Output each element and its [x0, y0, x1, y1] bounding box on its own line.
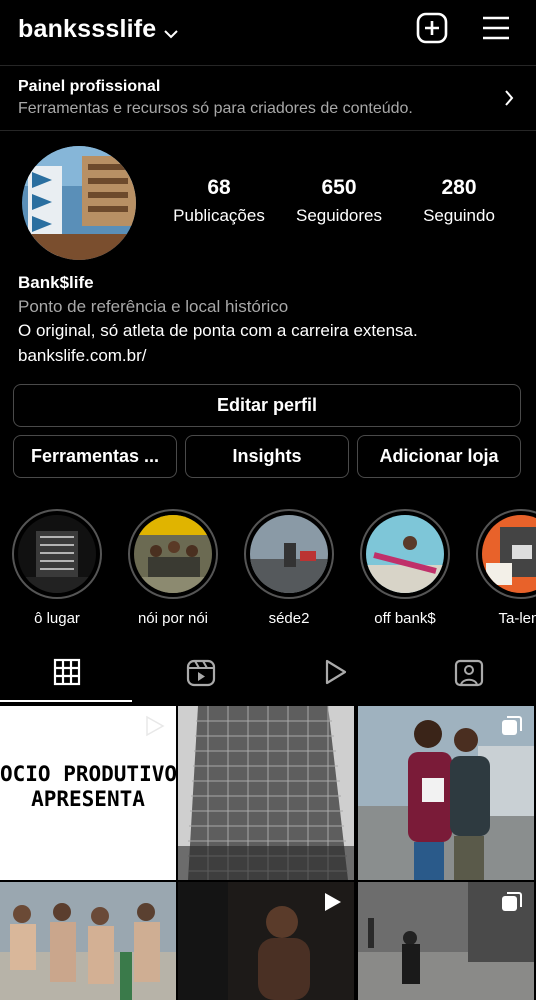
carousel-indicator-icon [500, 890, 524, 914]
post-thumbnail[interactable] [178, 706, 354, 880]
profile-link[interactable]: bankslife.com.br/ [18, 346, 147, 366]
highlight-cover [18, 515, 96, 593]
highlight-cover [250, 515, 328, 593]
following-count[interactable]: 280 Seguindo [394, 176, 524, 226]
chevron-down-icon [164, 17, 179, 46]
post-text-line: OCIO PRODUTIVO [0, 762, 176, 786]
carousel-indicator-icon [500, 714, 524, 738]
followers-count[interactable]: 650 Seguidores [274, 176, 404, 226]
grid-icon [53, 658, 81, 686]
profile-category: Ponto de referência e local histórico [18, 297, 289, 316]
play-icon [325, 659, 347, 685]
stat-value: 68 [207, 176, 231, 199]
edit-profile-button[interactable]: Editar perfil [13, 384, 521, 427]
tagged-person-icon [454, 659, 484, 687]
insights-button[interactable]: Insights [185, 435, 349, 478]
profile-name: Bank$life [18, 273, 94, 292]
active-tab-indicator [0, 700, 132, 702]
tab-reels[interactable] [134, 652, 268, 700]
highlight-cover [366, 515, 444, 593]
divider [0, 130, 536, 131]
stat-label: Seguidores [295, 206, 382, 225]
highlight-label: nói por nói [137, 610, 209, 627]
profile-avatar[interactable] [22, 146, 136, 260]
reels-icon [186, 659, 216, 687]
highlight-cover [482, 515, 536, 593]
tab-videos[interactable] [268, 652, 402, 700]
highlight-label: Ta-lent [498, 610, 536, 627]
post-thumbnail[interactable] [0, 882, 176, 1000]
post-thumbnail[interactable] [358, 706, 534, 880]
highlight-label: off bank$ [374, 610, 436, 627]
highlight-label: séde2 [268, 610, 310, 627]
post-text-line: APRESENTA [31, 787, 145, 811]
account-switcher[interactable]: bankssslife [18, 13, 179, 46]
username: bankssslife [18, 15, 157, 43]
reel-indicator-icon [320, 890, 344, 914]
panel-title: Painel profissional [18, 78, 161, 95]
tab-tagged[interactable] [402, 652, 536, 700]
hamburger-menu-icon[interactable] [480, 12, 512, 44]
post-thumbnail[interactable] [358, 882, 534, 1000]
professional-tools-button[interactable]: Ferramentas ... [13, 435, 177, 478]
story-highlight[interactable]: nói por nói [127, 509, 219, 627]
profile-bio: O original, só atleta de ponta com a car… [18, 321, 418, 340]
story-highlight[interactable]: off bank$ [359, 509, 451, 627]
highlight-label: ô lugar [34, 610, 80, 627]
stat-value: 650 [321, 176, 357, 199]
tab-grid[interactable] [0, 652, 134, 700]
reel-indicator-icon [142, 714, 166, 738]
professional-dashboard-row[interactable]: Painel profissional Ferramentas e recurs… [0, 66, 536, 130]
chevron-right-icon [504, 90, 514, 111]
post-thumbnail[interactable] [178, 882, 354, 1000]
story-highlight[interactable]: ô lugar [11, 509, 103, 627]
top-bar: bankssslife [0, 0, 536, 64]
highlight-cover [134, 515, 212, 593]
posts-count[interactable]: 68 Publicações [154, 176, 284, 226]
panel-subtitle: Ferramentas e recursos só para criadores… [18, 100, 413, 117]
stat-value: 280 [441, 176, 477, 199]
stat-label: Publicações [173, 206, 265, 225]
story-highlight[interactable]: séde2 [243, 509, 335, 627]
create-post-icon[interactable] [416, 12, 448, 44]
stat-label: Seguindo [423, 206, 495, 225]
story-highlight[interactable]: Ta-lent [475, 509, 536, 627]
post-thumbnail[interactable]: OCIO PRODUTIVO APRESENTA [0, 706, 176, 880]
add-shop-button[interactable]: Adicionar loja [357, 435, 521, 478]
